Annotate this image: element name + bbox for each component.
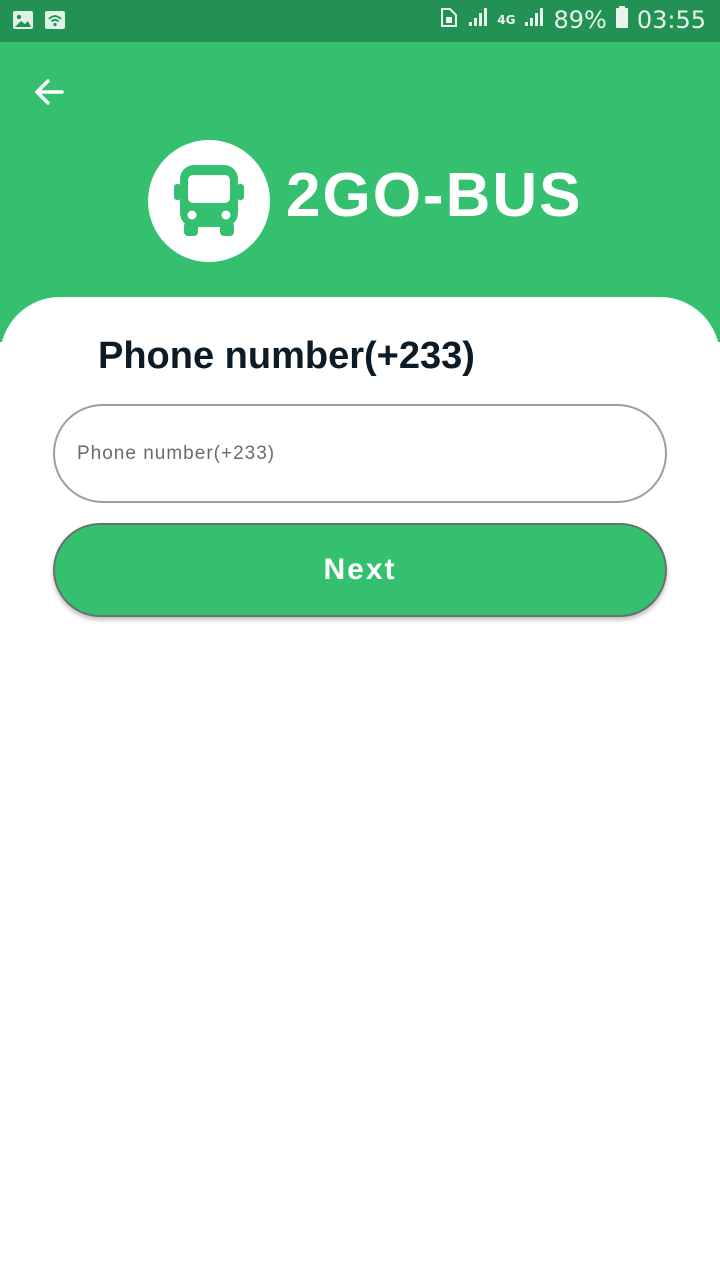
phone-number-input[interactable] — [53, 404, 667, 503]
brand-name: 2GO-BUS — [286, 161, 583, 230]
form-title: Phone number(+233) — [98, 335, 475, 377]
sim-icon — [439, 5, 459, 35]
image-icon — [12, 9, 34, 36]
status-bar: 4G 89% 03:55 — [0, 0, 720, 42]
back-button[interactable] — [24, 72, 74, 112]
signal-icon — [467, 6, 489, 34]
logo — [148, 140, 270, 262]
login-card: Phone number(+233) Next — [0, 297, 720, 1280]
network-type-label: 4G — [497, 13, 516, 27]
next-button[interactable]: Next — [53, 523, 667, 617]
signal-icon — [523, 6, 545, 34]
battery-percent: 89% — [553, 6, 607, 34]
battery-icon — [615, 5, 629, 35]
bus-icon — [174, 165, 244, 236]
clock: 03:55 — [636, 6, 706, 34]
wifi-icon — [44, 9, 66, 36]
arrow-left-icon — [35, 79, 64, 105]
